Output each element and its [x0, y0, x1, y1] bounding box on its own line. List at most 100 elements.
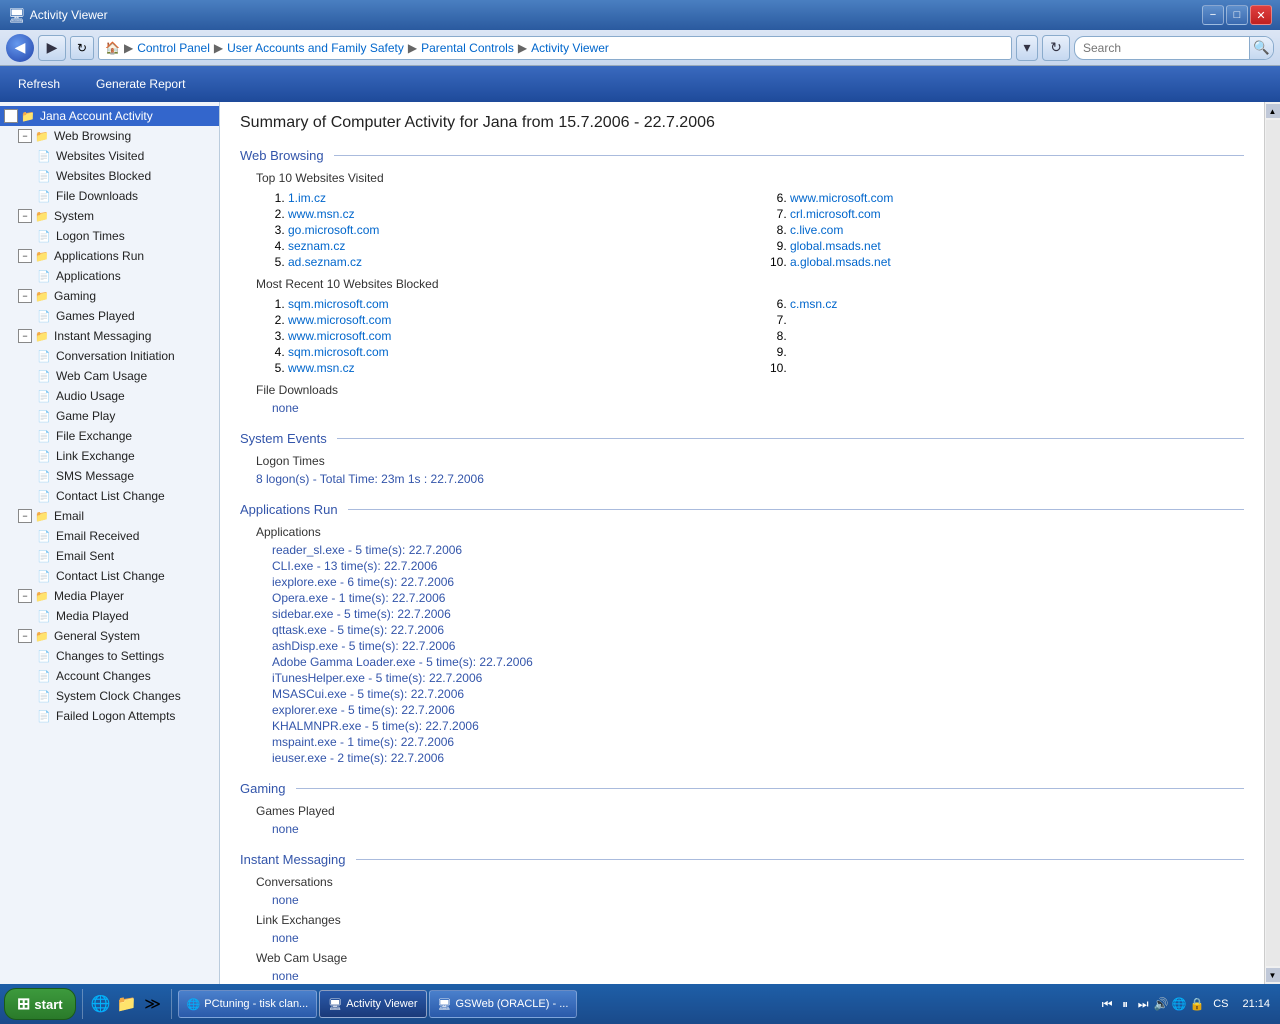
- web-toggle[interactable]: −: [18, 129, 32, 143]
- security-tray-icon[interactable]: 🔒: [1189, 996, 1205, 1012]
- gen-toggle[interactable]: −: [18, 629, 32, 643]
- sidebar-email-received[interactable]: 📄 Email Received: [0, 526, 219, 546]
- refresh-button[interactable]: Refresh: [10, 73, 68, 95]
- blocked-link[interactable]: www.msn.cz: [288, 361, 355, 375]
- sidebar-web-browsing[interactable]: − 📁 Web Browsing: [0, 126, 219, 146]
- blocked-link[interactable]: sqm.microsoft.com: [288, 297, 389, 311]
- search-button[interactable]: 🔍: [1249, 37, 1273, 59]
- sidebar-email[interactable]: − 📁 Email: [0, 506, 219, 526]
- maximize-button[interactable]: □: [1226, 5, 1248, 25]
- doc-icon9: 📄: [36, 388, 52, 404]
- minimize-button[interactable]: −: [1202, 5, 1224, 25]
- sidebar-email-sent[interactable]: 📄 Email Sent: [0, 546, 219, 566]
- sidebar-system[interactable]: − 📁 System: [0, 206, 219, 226]
- path-parental-controls[interactable]: Parental Controls: [421, 41, 514, 55]
- start-button[interactable]: ⊞ start: [4, 988, 76, 1020]
- media-tray-icon[interactable]: ⏮: [1099, 996, 1115, 1012]
- website-link[interactable]: ad.seznam.cz: [288, 255, 362, 269]
- sidebar-conversation[interactable]: 📄 Conversation Initiation: [0, 346, 219, 366]
- taskbar-btn-pctuning[interactable]: 🌐 PCtuning - tisk clan...: [178, 990, 318, 1018]
- gaming-folder-icon: 📁: [34, 288, 50, 304]
- im-toggle[interactable]: −: [18, 329, 32, 343]
- next-tray-icon[interactable]: ⏭: [1135, 996, 1151, 1012]
- path-control-panel[interactable]: Control Panel: [137, 41, 210, 55]
- taskbar-extra-icon[interactable]: ≫: [141, 992, 165, 1016]
- network-tray-icon[interactable]: 🌐: [1171, 996, 1187, 1012]
- website-link[interactable]: crl.microsoft.com: [790, 207, 881, 221]
- blocked-link[interactable]: www.microsoft.com: [288, 313, 391, 327]
- sys-toggle[interactable]: −: [18, 209, 32, 223]
- taskbar-folder-icon[interactable]: 📁: [115, 992, 139, 1016]
- volume-tray-icon[interactable]: 🔊: [1153, 996, 1169, 1012]
- list-item: seznam.cz: [288, 239, 742, 253]
- scroll-down[interactable]: ▼: [1266, 968, 1280, 982]
- media-toggle[interactable]: −: [18, 589, 32, 603]
- top10-left-list: 1.im.cz www.msn.cz go.microsoft.com sezn…: [288, 191, 742, 269]
- sidebar-general-system[interactable]: − 📁 General System: [0, 626, 219, 646]
- path-sep1: ▶: [124, 41, 133, 55]
- scroll-up[interactable]: ▲: [1266, 104, 1280, 118]
- email-toggle[interactable]: −: [18, 509, 32, 523]
- website-link[interactable]: global.msads.net: [790, 239, 881, 253]
- back-button[interactable]: ◀: [6, 34, 34, 62]
- address-refresh-button[interactable]: ↻: [70, 36, 94, 60]
- taskbar-btn-activity[interactable]: 🖥 Activity Viewer: [319, 990, 426, 1018]
- sidebar-logon-times[interactable]: 📄 Logon Times: [0, 226, 219, 246]
- top10-right: www.microsoft.com crl.microsoft.com c.li…: [742, 189, 1244, 271]
- sidebar-websites-blocked[interactable]: 📄 Websites Blocked: [0, 166, 219, 186]
- path-activity-viewer[interactable]: Activity Viewer: [531, 41, 609, 55]
- blocked10-header: Most Recent 10 Websites Blocked: [256, 277, 1244, 291]
- website-link[interactable]: www.microsoft.com: [790, 191, 893, 205]
- website-link[interactable]: a.global.msads.net: [790, 255, 891, 269]
- play-tray-icon[interactable]: ⏸: [1117, 996, 1133, 1012]
- search-input[interactable]: [1075, 41, 1249, 55]
- sidebar-im[interactable]: − 📁 Instant Messaging: [0, 326, 219, 346]
- forward-button[interactable]: ▶: [38, 35, 66, 61]
- sidebar-websites-visited[interactable]: 📄 Websites Visited: [0, 146, 219, 166]
- root-toggle[interactable]: −: [4, 109, 18, 123]
- website-link[interactable]: www.msn.cz: [288, 207, 355, 221]
- sidebar-root[interactable]: − 📁 Jana Account Activity: [0, 106, 219, 126]
- sidebar-games-played[interactable]: 📄 Games Played: [0, 306, 219, 326]
- blocked-link[interactable]: www.microsoft.com: [288, 329, 391, 343]
- taskbar-btn-gsweb[interactable]: 🖥 GSWeb (ORACLE) - ...: [429, 990, 578, 1018]
- sidebar-email-contact[interactable]: 📄 Contact List Change: [0, 566, 219, 586]
- sidebar-audio[interactable]: 📄 Audio Usage: [0, 386, 219, 406]
- sidebar-changes-settings[interactable]: 📄 Changes to Settings: [0, 646, 219, 666]
- app-item: explorer.exe - 5 time(s): 22.7.2006: [272, 703, 1244, 717]
- blocked-link[interactable]: c.msn.cz: [790, 297, 837, 311]
- taskbar-ie-icon[interactable]: 🌐: [89, 992, 113, 1016]
- sidebar-account-changes[interactable]: 📄 Account Changes: [0, 666, 219, 686]
- website-link[interactable]: 1.im.cz: [288, 191, 326, 205]
- path-user-accounts[interactable]: User Accounts and Family Safety: [227, 41, 404, 55]
- pctuning-icon: 🌐: [187, 998, 201, 1011]
- sidebar-file-exchange[interactable]: 📄 File Exchange: [0, 426, 219, 446]
- sidebar-link-exchange[interactable]: 📄 Link Exchange: [0, 446, 219, 466]
- sidebar-gaming[interactable]: − 📁 Gaming: [0, 286, 219, 306]
- apps-toggle[interactable]: −: [18, 249, 32, 263]
- doc-icon15: 📄: [36, 528, 52, 544]
- sidebar-apps-run[interactable]: − 📁 Applications Run: [0, 246, 219, 266]
- sidebar-sms[interactable]: 📄 SMS Message: [0, 466, 219, 486]
- sidebar-failed-logon[interactable]: 📄 Failed Logon Attempts: [0, 706, 219, 726]
- scrollbar[interactable]: ▲ ▼: [1264, 102, 1280, 984]
- sidebar-im-contact[interactable]: 📄 Contact List Change: [0, 486, 219, 506]
- sidebar-webcam[interactable]: 📄 Web Cam Usage: [0, 366, 219, 386]
- generate-report-button[interactable]: Generate Report: [88, 73, 193, 95]
- sidebar-clock-changes[interactable]: 📄 System Clock Changes: [0, 686, 219, 706]
- dropdown-button[interactable]: ▾: [1016, 35, 1038, 61]
- blocked-link[interactable]: sqm.microsoft.com: [288, 345, 389, 359]
- sidebar-file-downloads[interactable]: 📄 File Downloads: [0, 186, 219, 206]
- website-link[interactable]: go.microsoft.com: [288, 223, 379, 237]
- website-link[interactable]: c.live.com: [790, 223, 843, 237]
- sidebar-media-player[interactable]: − 📁 Media Player: [0, 586, 219, 606]
- gaming-toggle[interactable]: −: [18, 289, 32, 303]
- sidebar-gameplay[interactable]: 📄 Game Play: [0, 406, 219, 426]
- close-button[interactable]: ✕: [1250, 5, 1272, 25]
- website-link[interactable]: seznam.cz: [288, 239, 345, 253]
- nav-refresh-button[interactable]: ↻: [1042, 35, 1070, 61]
- path-home-icon: 🏠: [105, 41, 120, 55]
- toolbar: Refresh Generate Report: [0, 66, 1280, 102]
- sidebar-applications[interactable]: 📄 Applications: [0, 266, 219, 286]
- sidebar-media-played[interactable]: 📄 Media Played: [0, 606, 219, 626]
